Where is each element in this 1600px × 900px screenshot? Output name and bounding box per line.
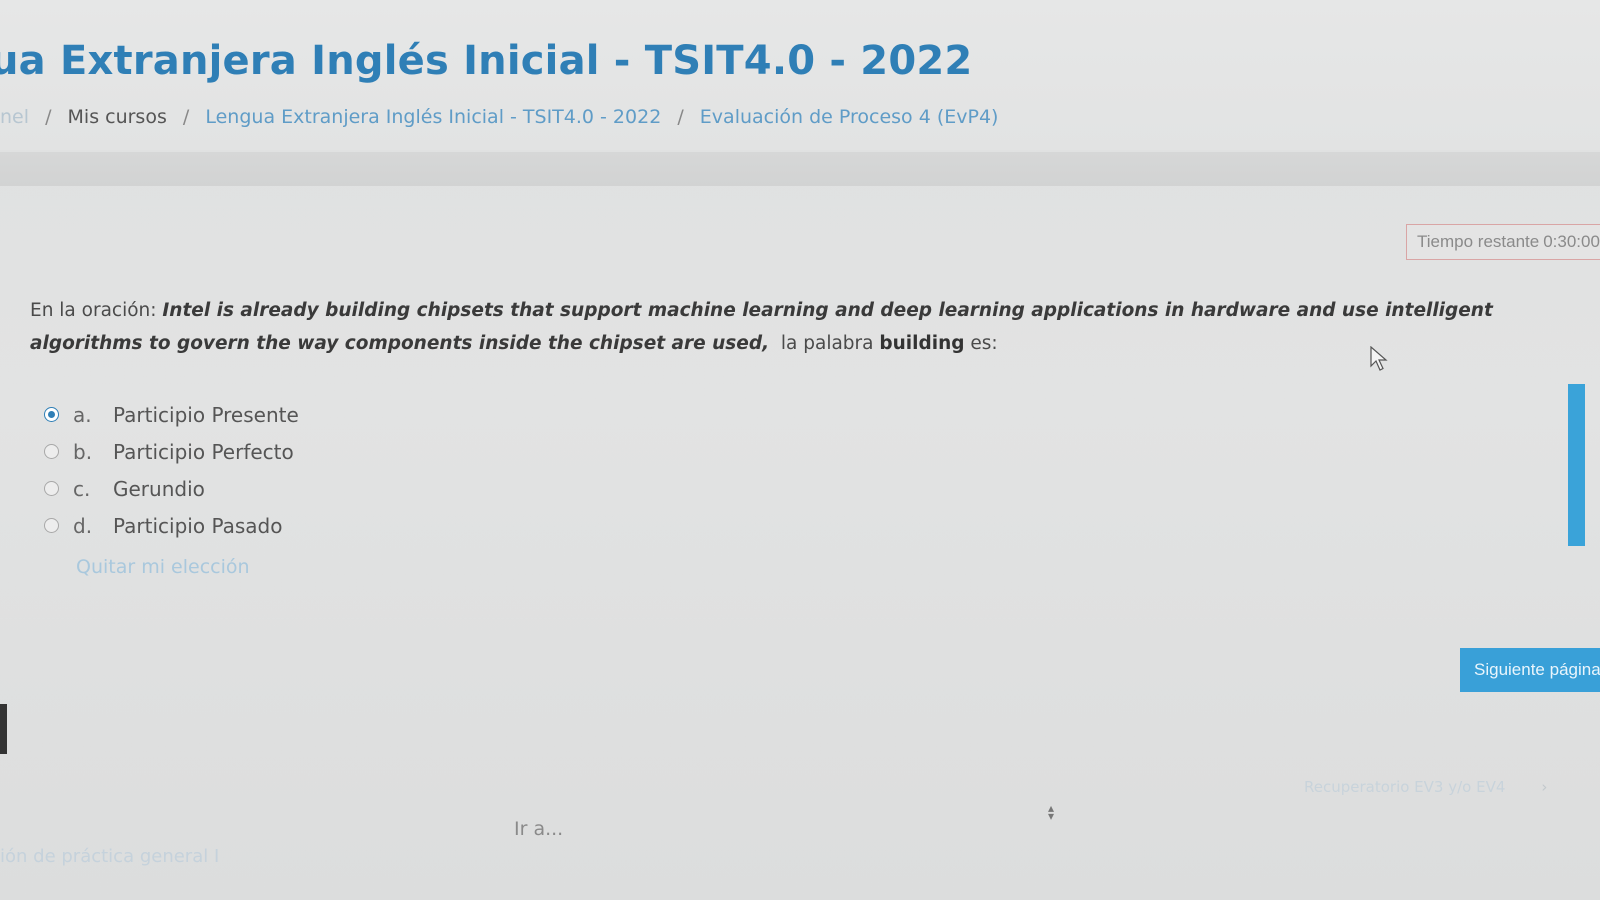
answer-label[interactable]: Gerundio [113,477,205,501]
header-divider [0,152,1600,186]
next-page-button[interactable]: Siguiente página [1460,648,1600,692]
scrollbar-thumb[interactable] [1568,384,1585,546]
question-sentence: Intel is already building chipsets that … [30,300,1493,354]
previous-activity-link[interactable]: ión de práctica general I [0,846,219,867]
question-word: building [879,333,965,354]
jump-to-placeholder: Ir a... [514,818,564,840]
page-title: ua Extranjera Inglés Inicial - TSIT4.0 -… [0,38,973,84]
breadcrumb-separator: / [182,106,190,128]
radio-button-checked[interactable] [44,407,59,422]
next-activity-label[interactable]: Recuperatorio EV3 y/o EV4 [1304,778,1505,796]
answer-option-d[interactable]: d. Participio Pasado [44,507,299,544]
question-text: En la oración: Intel is already building… [30,294,1590,360]
jump-to-select[interactable]: Ir a... ▴ ▾ [514,802,1054,862]
breadcrumb-item-course[interactable]: Lengua Extranjera Inglés Inicial - TSIT4… [205,106,661,128]
answer-letter: d. [73,513,93,538]
clear-choice-link[interactable]: Quitar mi elección [76,556,250,578]
breadcrumb-item-mis-cursos[interactable]: Mis cursos [68,106,167,128]
timer-label: Tiempo restante [1417,232,1540,251]
question-middle: la palabra [780,333,874,354]
answer-option-b[interactable]: b. Participio Perfecto [44,433,299,470]
question-suffix: es: [970,333,998,354]
question-prefix: En la oración: [30,300,157,321]
answer-label[interactable]: Participio Presente [113,403,299,427]
answer-letter: b. [73,439,93,464]
answer-option-c[interactable]: c. Gerundio [44,470,299,507]
breadcrumb-item-quiz[interactable]: Evaluación de Proceso 4 (EvP4) [700,106,999,128]
answer-option-a[interactable]: a. Participio Presente [44,396,299,433]
answer-letter: a. [73,402,92,427]
answer-label[interactable]: Participio Pasado [113,514,282,538]
radio-button[interactable] [44,481,59,496]
mouse-cursor-icon [1370,346,1388,371]
timer: Tiempo restante 0:30:00 [1406,224,1600,260]
breadcrumb: nel / Mis cursos / Lengua Extranjera Ing… [0,106,998,128]
breadcrumb-separator: / [45,106,52,128]
radio-button[interactable] [44,444,59,459]
answer-letter: c. [73,476,91,501]
radio-button[interactable] [44,518,59,533]
chevron-right-icon[interactable]: › [1541,778,1547,796]
answer-list: a. Participio Presente b. Participio Per… [44,396,299,544]
answer-label[interactable]: Participio Perfecto [113,440,294,464]
select-arrows-icon: ▴ ▾ [1047,801,1054,823]
breadcrumb-separator: / [677,106,684,128]
next-activity-link[interactable]: Recuperatorio EV3 y/o EV4 › [1304,778,1547,796]
breadcrumb-item-home[interactable]: nel [0,106,29,128]
timer-value: 0:30:00 [1543,232,1600,251]
left-edge-marker [0,704,7,754]
